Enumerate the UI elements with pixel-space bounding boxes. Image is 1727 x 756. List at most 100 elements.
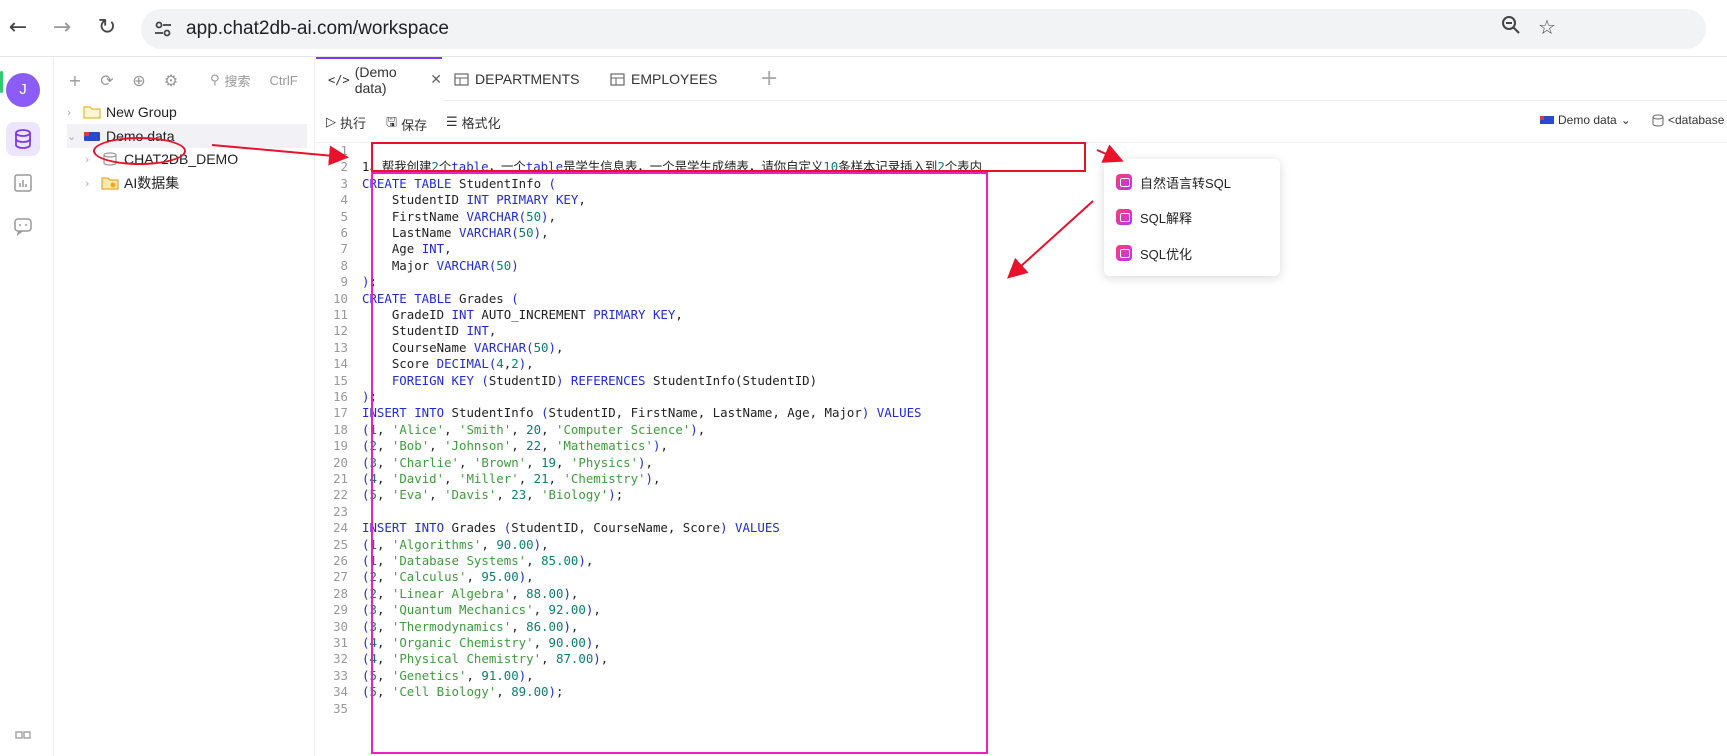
- line-number: 17: [333, 405, 348, 421]
- back-arrow-icon[interactable]: ←: [3, 13, 33, 43]
- add-tab-icon[interactable]: +: [760, 66, 778, 91]
- zoom-icon[interactable]: [1501, 15, 1521, 40]
- sql-optimize-icon: [1116, 245, 1132, 261]
- line-number: 11: [333, 307, 348, 322]
- line-number: 19: [333, 438, 348, 454]
- line-number: 13: [333, 339, 348, 355]
- database-nav-icon[interactable]: [6, 122, 40, 156]
- line-number: 24: [333, 520, 348, 536]
- line-number: 34: [333, 684, 348, 700]
- save-label: 保存: [401, 117, 428, 133]
- datasource-icon: [1540, 116, 1554, 124]
- tree-item-new-group[interactable]: › New Group: [67, 100, 177, 124]
- tab-departments[interactable]: DEPARTMENTS: [442, 57, 586, 101]
- tree-search[interactable]: ⚲ 搜索 CtrlF: [210, 67, 310, 93]
- reload-icon[interactable]: ↻: [92, 13, 122, 43]
- datasource-label: Demo data: [1558, 113, 1617, 127]
- line-number: 20: [333, 454, 348, 470]
- ai-popup-menu: 自然语言转SQL SQL解释 SQL优化: [1104, 159, 1280, 276]
- line-number: 15: [333, 372, 348, 388]
- database-icon: [1652, 114, 1664, 127]
- avatar[interactable]: J: [6, 73, 40, 107]
- format-button[interactable]: ☰ 格式化: [446, 113, 501, 132]
- tab-employees[interactable]: EMPLOYEES: [598, 57, 742, 101]
- search-icon: ⚲: [210, 72, 220, 88]
- menu-item-label: SQL优化: [1140, 246, 1193, 262]
- line-number: 14: [333, 356, 348, 372]
- url-bar[interactable]: app.chat2db-ai.com/workspace ☆: [141, 9, 1706, 49]
- line-number: 27: [333, 569, 348, 585]
- refresh-icon[interactable]: ⟳: [97, 71, 117, 91]
- database-select[interactable]: <database: [1652, 113, 1724, 127]
- line-number: 2: [340, 159, 348, 175]
- tree-item-ai-dataset[interactable]: › AI数据集: [85, 171, 179, 195]
- line-number: 18: [333, 421, 348, 437]
- line-number: 33: [333, 667, 348, 683]
- table-icon: [454, 72, 469, 86]
- forward-arrow-icon[interactable]: →: [47, 13, 77, 43]
- nl-to-sql-icon: [1116, 174, 1132, 190]
- line-number: 32: [333, 651, 348, 667]
- database-tree-panel: + ⟳ ⊕ ⚙ ⚲ 搜索 CtrlF › New Group ⌄ Demo da…: [55, 57, 315, 756]
- table-icon: [610, 72, 625, 86]
- line-number: 30: [333, 618, 348, 634]
- run-button[interactable]: ▷ 执行: [326, 113, 366, 132]
- grid-nav-icon[interactable]: [6, 729, 40, 749]
- line-number: 31: [333, 635, 348, 650]
- add-connection-icon[interactable]: +: [65, 71, 85, 91]
- chevron-right-icon[interactable]: ›: [67, 106, 83, 119]
- datasource-select[interactable]: Demo data ⌄: [1540, 113, 1631, 127]
- search-input[interactable]: 搜索: [225, 71, 251, 90]
- line-number: 9: [340, 274, 348, 290]
- line-number: 21: [333, 471, 348, 486]
- tab-bar: </> (Demo data) ✕ DEPARTMENTS EMPLOYEES …: [316, 57, 1727, 101]
- datasource-icon: [84, 132, 100, 141]
- tab-label: (Demo data): [354, 64, 397, 96]
- site-info-icon[interactable]: [151, 17, 175, 41]
- line-number: 29: [333, 602, 348, 618]
- save-button[interactable]: 🖫 保存: [386, 113, 427, 135]
- line-number: 35: [333, 700, 348, 716]
- line-number: 1: [340, 143, 348, 158]
- target-icon[interactable]: ⊕: [129, 71, 149, 91]
- sql-explain-icon: [1116, 209, 1132, 225]
- menu-item-sql-explain[interactable]: SQL解释: [1112, 203, 1272, 231]
- format-icon: ☰: [446, 115, 458, 130]
- status-dot: [0, 71, 3, 93]
- left-rail: J: [0, 57, 54, 756]
- line-number: 22: [333, 487, 348, 503]
- bookmark-star-icon[interactable]: ☆: [1538, 15, 1556, 39]
- line-number: 10: [333, 290, 348, 306]
- line-number: 3: [340, 175, 348, 191]
- line-number: 7: [340, 241, 348, 257]
- close-icon[interactable]: ✕: [430, 72, 442, 88]
- chart-nav-icon[interactable]: [6, 166, 40, 200]
- format-label: 格式化: [461, 116, 501, 131]
- ai-folder-icon: [101, 177, 119, 190]
- line-number: 28: [333, 585, 348, 601]
- tab-label: DEPARTMENTS: [475, 71, 580, 87]
- play-icon: ▷: [326, 115, 336, 130]
- tab-demo-data[interactable]: </> (Demo data) ✕: [316, 57, 442, 101]
- annotation-generated-sql-box: [371, 172, 988, 754]
- search-shortcut: CtrlF: [269, 72, 298, 88]
- line-number: 6: [340, 225, 348, 240]
- line-number: 4: [340, 192, 348, 208]
- chevron-down-icon[interactable]: ⌄: [67, 130, 83, 143]
- tab-label: EMPLOYEES: [631, 71, 718, 87]
- line-number: 12: [333, 323, 348, 339]
- tree-item-label: AI数据集: [124, 175, 180, 191]
- chevron-right-icon[interactable]: ›: [85, 177, 101, 190]
- run-label: 执行: [340, 116, 367, 131]
- save-icon: 🖫: [386, 115, 398, 130]
- tree-item-label: New Group: [106, 104, 177, 120]
- menu-item-sql-optimize[interactable]: SQL优化: [1112, 239, 1272, 267]
- url-text[interactable]: app.chat2db-ai.com/workspace: [186, 18, 449, 40]
- menu-item-nl-to-sql[interactable]: 自然语言转SQL: [1112, 168, 1272, 196]
- gear-icon[interactable]: ⚙: [161, 71, 181, 91]
- menu-item-label: 自然语言转SQL: [1140, 175, 1232, 191]
- code-icon: </>: [328, 73, 350, 87]
- folder-icon: [83, 106, 101, 119]
- chat-bot-nav-icon[interactable]: [6, 209, 40, 243]
- chevron-down-icon: ⌄: [1620, 113, 1631, 127]
